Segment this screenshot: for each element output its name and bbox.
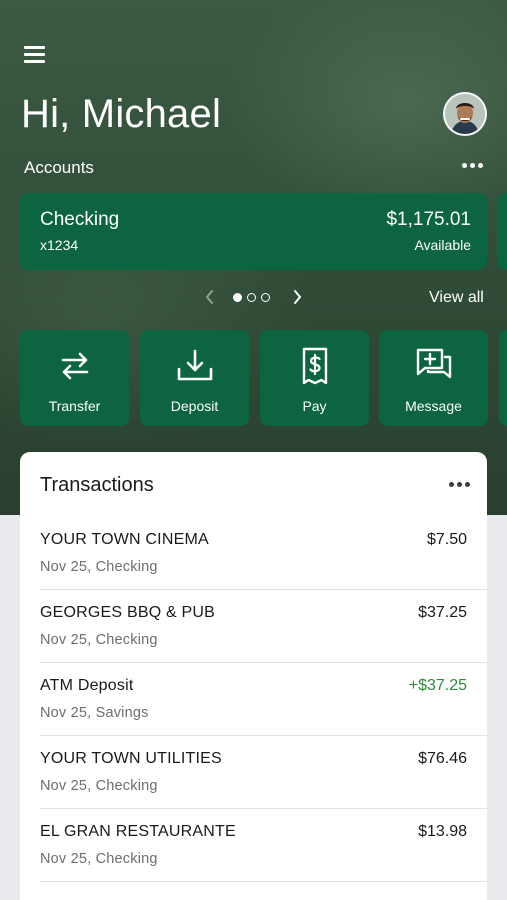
transaction-row[interactable]: YOUR TOWN UTILITIES Nov 25, Checking $76… xyxy=(20,736,487,809)
transaction-meta: Nov 25, Checking xyxy=(40,851,158,867)
account-pager-dots xyxy=(233,293,270,302)
pager-dot-active xyxy=(233,293,242,302)
transaction-row[interactable]: EL GRAN RESTAURANTE Nov 25, Checking $13… xyxy=(20,809,487,882)
transactions-more-icon[interactable] xyxy=(449,476,475,492)
deposit-label: Deposit xyxy=(170,398,219,414)
greeting-title: Hi, Michael xyxy=(21,92,222,136)
account-balance: $1,175.01 xyxy=(386,209,471,230)
transaction-amount: $7.50 xyxy=(426,531,467,548)
transaction-meta: Nov 25, Checking xyxy=(40,559,158,575)
transaction-description: YOUR TOWN CINEMA xyxy=(40,531,209,548)
transaction-meta: Nov 25, Checking xyxy=(40,632,158,648)
transactions-title: Transactions xyxy=(40,474,154,496)
transaction-description: ATM Deposit xyxy=(40,677,134,694)
deposit-tray-icon xyxy=(177,349,212,381)
pager-dot xyxy=(247,293,256,302)
transaction-row[interactable]: ATM Deposit Nov 25, Savings +$37.25 xyxy=(20,663,487,736)
view-all-accounts-link[interactable]: View all xyxy=(429,289,484,307)
transaction-description: EL GRAN RESTAURANTE xyxy=(40,823,236,840)
transaction-amount: $13.98 xyxy=(418,823,467,840)
transaction-row[interactable]: GEORGES BBQ & PUB Nov 25, Checking $37.2… xyxy=(20,590,487,663)
transfer-label: Transfer xyxy=(48,398,101,414)
account-card-checking[interactable]: Checking x1234 $1,175.01 Available xyxy=(20,193,487,270)
transaction-description: GEORGES BBQ & PUB xyxy=(40,604,216,621)
user-avatar[interactable] xyxy=(443,92,487,136)
transaction-meta: Nov 25, Checking xyxy=(40,778,158,794)
message-label: Message xyxy=(405,398,462,414)
message-plus-icon xyxy=(416,348,451,379)
account-balance-label: Available xyxy=(414,237,471,253)
account-name: Checking xyxy=(40,209,120,230)
transactions-card: Transactions YOUR TOWN CINEMA Nov 25, Ch… xyxy=(20,452,487,900)
chevron-left-icon[interactable] xyxy=(203,289,217,305)
next-account-card-peek[interactable] xyxy=(497,193,507,270)
account-number: x1234 xyxy=(40,237,79,253)
row-divider xyxy=(40,881,487,882)
pager-dot xyxy=(261,293,270,302)
next-action-peek[interactable] xyxy=(499,330,507,426)
accounts-more-icon[interactable] xyxy=(462,156,488,174)
transaction-description: YOUR TOWN UTILITIES xyxy=(40,750,222,767)
transfer-button[interactable]: Transfer xyxy=(20,330,129,426)
transaction-row[interactable]: YOUR TOWN CINEMA Nov 25, Checking $7.50 xyxy=(20,517,487,590)
deposit-button[interactable]: Deposit xyxy=(140,330,249,426)
transfer-arrows-icon xyxy=(61,352,88,380)
pay-label: Pay xyxy=(302,398,327,414)
accounts-section-label: Accounts xyxy=(24,158,94,177)
chevron-right-icon[interactable] xyxy=(290,289,304,305)
message-button[interactable]: Message xyxy=(379,330,488,426)
transaction-amount-credit: +$37.25 xyxy=(408,677,467,694)
transaction-amount: $76.46 xyxy=(418,750,467,767)
transaction-meta: Nov 25, Savings xyxy=(40,705,149,721)
hamburger-menu-icon[interactable] xyxy=(24,44,48,66)
pay-bill-icon xyxy=(302,347,327,385)
avatar-photo xyxy=(445,94,485,134)
pay-button[interactable]: Pay xyxy=(260,330,369,426)
transaction-amount: $37.25 xyxy=(418,604,467,621)
